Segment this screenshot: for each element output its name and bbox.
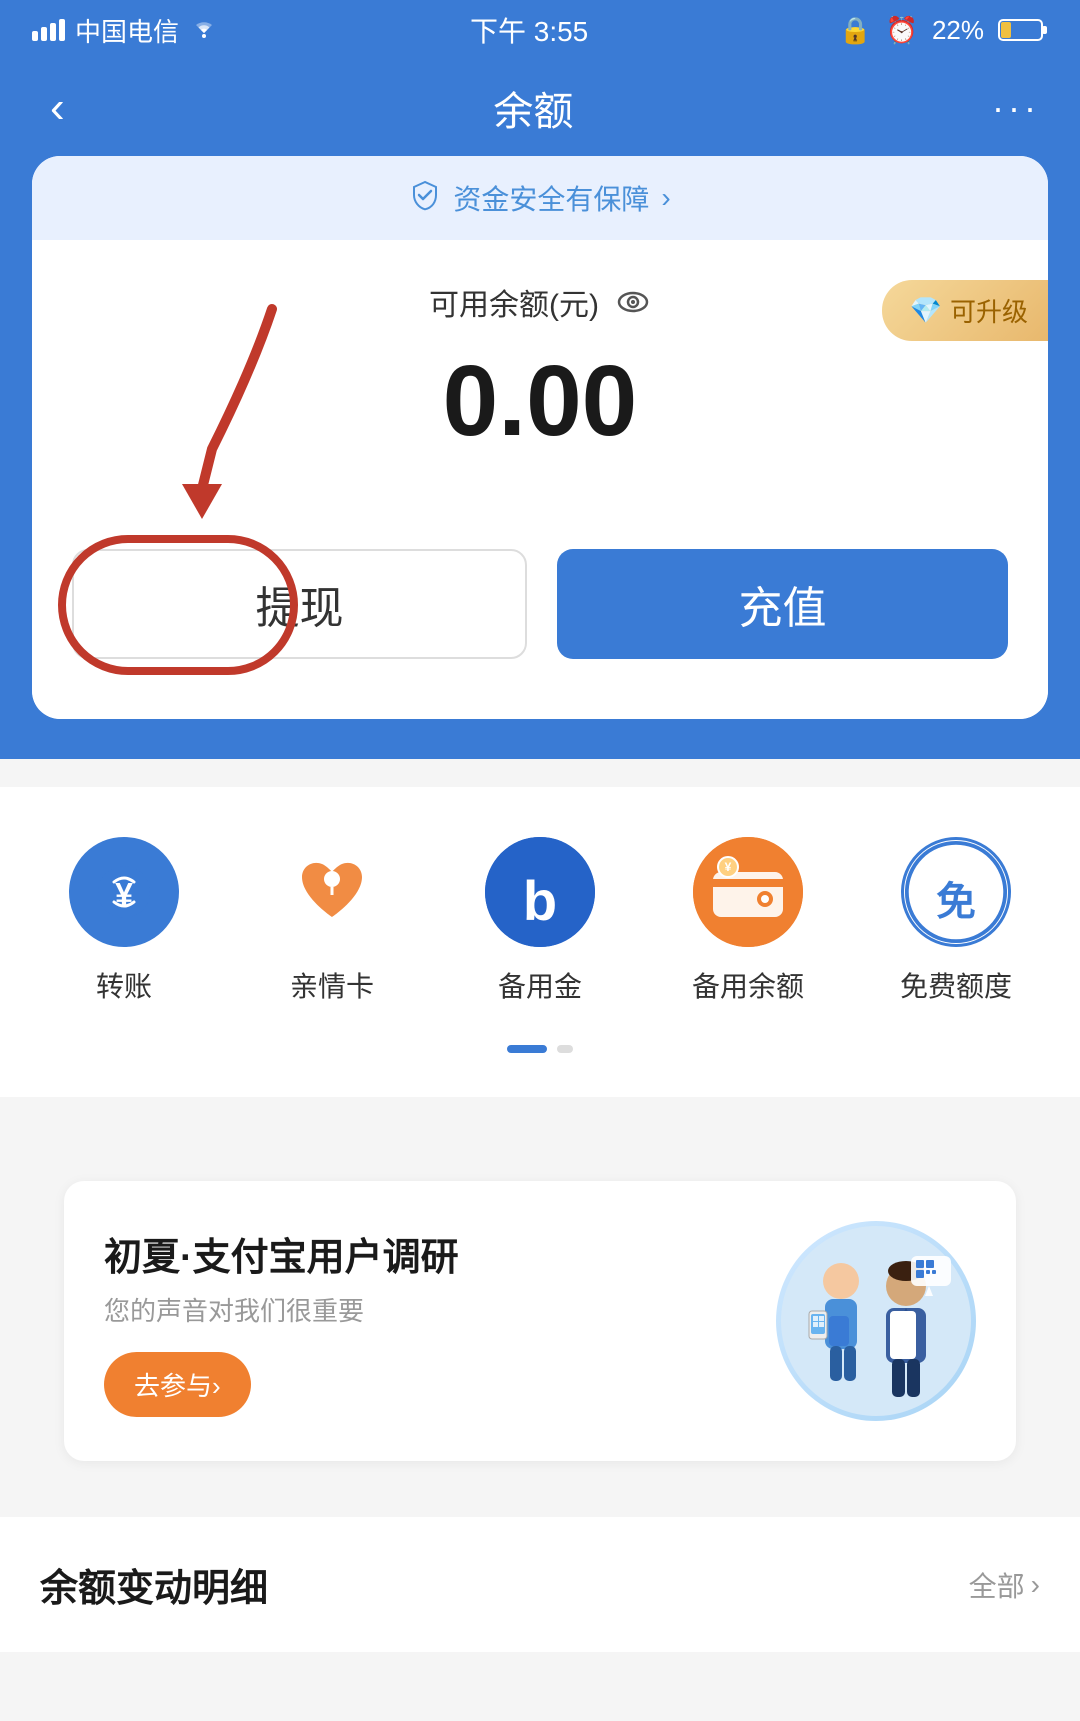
feature-family[interactable]: 亲情卡 [252,837,412,1005]
scroll-indicator [0,1045,1080,1077]
status-left: 中国电信 [32,12,219,49]
survey-button[interactable]: 去参与› [104,1352,251,1417]
security-label: 资金安全有保障 [453,178,649,218]
feature-reserve-balance[interactable]: ¥ 备用余额 [668,837,828,1005]
reserve-balance-icon: ¥ [693,837,803,947]
section-gap-1 [0,759,1080,787]
main-card: 资金安全有保障 › 可用余额(元) 💎 可升级 0.00 [0,156,1080,759]
status-time: 下午 3:55 [470,10,588,50]
upgrade-badge[interactable]: 💎 可升级 [882,280,1048,341]
carrier-label: 中国电信 [75,12,179,49]
status-right: 🔒 ⏰ 22% [839,15,1048,46]
battery-icon [998,17,1048,43]
upgrade-label: 可升级 [950,292,1028,329]
reserve-balance-label: 备用余额 [692,965,804,1005]
withdraw-button[interactable]: 提现 [72,549,527,659]
lock-icon: 🔒 [839,15,871,46]
section-gap-2 [0,1097,1080,1125]
back-button[interactable]: ‹ [40,73,75,143]
page-title: 余额 [493,79,573,137]
balance-label-row: 可用余额(元) [72,280,1008,324]
chevron-right-icon: › [1031,1569,1040,1601]
svg-text:免: 免 [936,880,976,924]
transfer-label: 转账 [96,965,152,1005]
transaction-header: 余额变动明细 全部 › [40,1557,1040,1612]
more-button[interactable]: ··· [992,87,1040,129]
feature-transfer[interactable]: ¥ 转账 [44,837,204,1005]
signal-icon [32,19,65,41]
free-limit-label: 免费额度 [900,965,1012,1005]
survey-banner[interactable]: 初夏·支付宝用户调研 您的声音对我们很重要 去参与› [64,1181,1016,1461]
wifi-icon [189,15,219,46]
scroll-dot-1 [557,1045,573,1053]
feature-reserve[interactable]: b 备用金 [460,837,620,1005]
balance-amount: 0.00 [72,344,1008,499]
survey-title: 初夏·支付宝用户调研 [104,1226,459,1281]
balance-label: 可用余额(元) [429,280,599,324]
transfer-icon: ¥ [69,837,179,947]
white-card: 资金安全有保障 › 可用余额(元) 💎 可升级 0.00 [32,156,1048,719]
transaction-section: 余额变动明细 全部 › [0,1517,1080,1652]
reserve-icon: b [485,837,595,947]
battery-label: 22% [932,15,984,46]
transaction-title: 余额变动明细 [40,1557,268,1612]
survey-subtitle: 您的声音对我们很重要 [104,1291,459,1328]
action-buttons: 提现 充值 [32,499,1048,719]
eye-icon[interactable] [615,284,651,320]
family-icon [277,837,387,947]
diamond-icon: 💎 [910,295,942,326]
svg-text:b: b [523,869,557,932]
transaction-all-button[interactable]: 全部 › [969,1565,1040,1605]
features-section: ¥ 转账 亲情卡 [0,787,1080,1097]
security-banner[interactable]: 资金安全有保障 › [32,156,1048,240]
page-header: ‹ 余额 ··· [0,60,1080,156]
scroll-dot-active [507,1045,547,1053]
family-label: 亲情卡 [290,965,374,1005]
shield-icon [409,179,441,218]
features-row: ¥ 转账 亲情卡 [0,837,1080,1045]
survey-wrapper: 初夏·支付宝用户调研 您的声音对我们很重要 去参与› [0,1125,1080,1517]
topup-button[interactable]: 充值 [557,549,1008,659]
security-chevron: › [661,182,670,214]
reserve-label: 备用金 [498,965,582,1005]
balance-section: 可用余额(元) 💎 可升级 0.00 [32,240,1048,499]
free-limit-icon: 免 [901,837,1011,947]
status-bar: 中国电信 下午 3:55 🔒 ⏰ 22% [0,0,1080,60]
svg-text:¥: ¥ [725,860,732,874]
survey-left: 初夏·支付宝用户调研 您的声音对我们很重要 去参与› [104,1226,459,1417]
alarm-icon: ⏰ [886,15,918,46]
feature-free-limit[interactable]: 免 免费额度 [876,837,1036,1005]
survey-image [776,1221,976,1421]
